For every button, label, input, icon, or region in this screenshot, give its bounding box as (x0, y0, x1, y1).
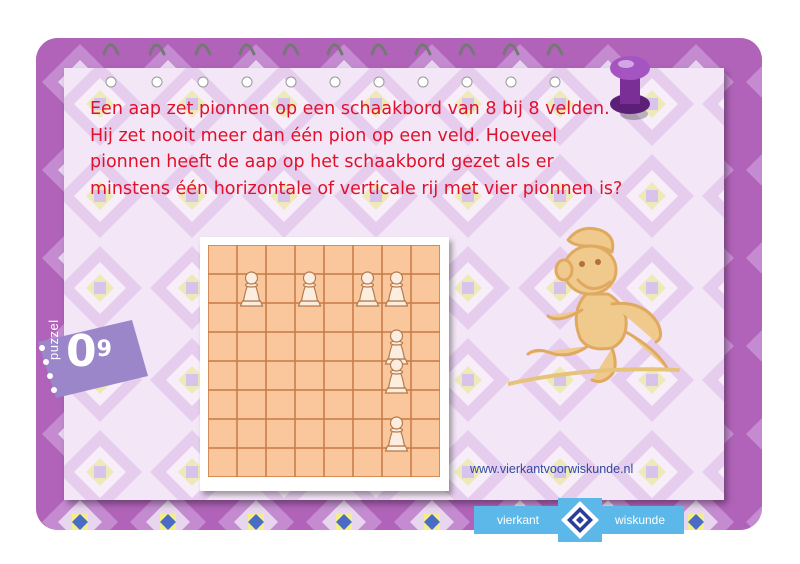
monkey-illustration (508, 226, 680, 386)
pawn-icon (297, 271, 322, 307)
logo-right-text: wiskunde (614, 513, 666, 527)
pawn-icon (384, 271, 409, 307)
pawn-icon (239, 271, 264, 307)
logo-right-panel: wiskunde (596, 506, 684, 534)
logo-left-text: vierkant (496, 513, 540, 527)
vierkant-logo-icon (558, 498, 602, 542)
logo-left-panel: vierkant (474, 506, 562, 534)
puzzle-number-a: 0 (66, 326, 97, 377)
pawn-icon (384, 416, 409, 452)
puzzle-label: puzzel (46, 319, 61, 360)
question-text: Een aap zet pionnen op een schaakbord va… (90, 99, 623, 199)
website-url[interactable]: www.vierkantvoorwiskunde.nl (470, 462, 633, 476)
chessboard-frame (200, 237, 449, 491)
chessboard (208, 245, 440, 477)
vierkant-logo[interactable]: vierkant wiskunde (474, 488, 684, 550)
puzzle-number-b: 9 (96, 337, 112, 362)
puzzle-number: 09 (66, 326, 112, 377)
pawn-icon (355, 271, 380, 307)
chessboard-grid (208, 245, 440, 477)
